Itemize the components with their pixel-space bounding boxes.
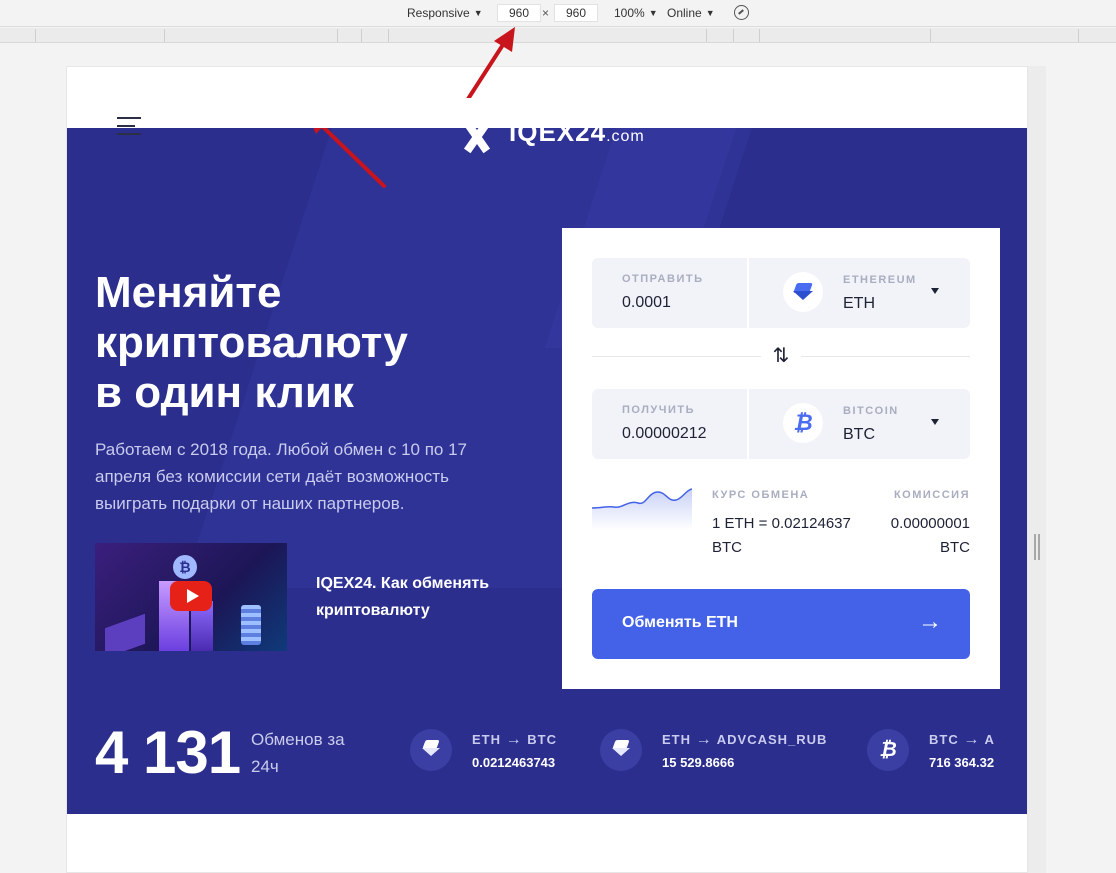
hero-headline: Меняйте криптовалюту в один клик <box>95 268 408 417</box>
caret-down-icon <box>931 288 939 294</box>
logo-text: IQEX24.com <box>509 128 645 147</box>
media-query-ruler <box>0 28 1116 43</box>
width-input[interactable]: 960 <box>497 4 541 22</box>
device-select-label: Responsive <box>407 6 470 20</box>
receive-currency-select[interactable]: ₿ BITCOIN BTC <box>751 389 970 459</box>
receive-label: ПОЛУЧИТЬ <box>622 404 696 416</box>
send-amount-value[interactable]: 0.0001 <box>622 294 671 312</box>
exchange-count-label: Обменов за 24ч <box>251 730 345 776</box>
rate-label: КУРС ОБМЕНА <box>712 489 810 501</box>
receive-amount-value[interactable]: 0.00000212 <box>622 425 707 443</box>
receive-amount-field[interactable]: ПОЛУЧИТЬ 0.00000212 <box>592 389 749 459</box>
resize-handle[interactable] <box>1034 534 1040 560</box>
ethereum-icon <box>783 272 823 312</box>
height-input[interactable]: 960 <box>554 4 598 22</box>
arrow-right-icon: → <box>918 608 942 635</box>
exchange-button-label: Обменять ETH <box>622 614 738 631</box>
send-currency-select[interactable]: ETHEREUM ETH <box>751 258 970 328</box>
bitcoin-icon: ₿ <box>783 403 823 443</box>
dropdown-icon: ▼ <box>648 8 658 18</box>
zoom-label: 100% <box>614 6 645 20</box>
hero-subtext: Работаем с 2018 года. Любой обмен с 10 п… <box>95 440 467 513</box>
caret-down-icon <box>931 419 939 425</box>
page-frame: IQEX24.com Меняйте криптовалюту в один к… <box>66 66 1028 873</box>
fee-value: 0.00000001 BTC <box>890 515 970 556</box>
play-icon[interactable] <box>170 581 212 611</box>
video-title[interactable]: IQEX24. Как обменять криптовалюту <box>316 570 526 624</box>
receive-row: ПОЛУЧИТЬ 0.00000212 ₿ BITCOIN BTC <box>592 389 970 459</box>
devtools-toolbar: Responsive ▼ 960 × 960 100% ▼ Online ▼ <box>0 0 1116 27</box>
dimension-separator: × <box>542 6 550 20</box>
swap-icon[interactable]: ⇅ <box>761 344 801 368</box>
dropdown-icon: ▼ <box>705 8 715 18</box>
send-label: ОТПРАВИТЬ <box>622 273 704 285</box>
bitcoin-coin-icon: ₿ <box>173 555 197 579</box>
ticker-rate: 716 364.32 <box>929 755 995 770</box>
ticker-item[interactable]: ₿ BTC → A 716 364.32 <box>867 729 999 773</box>
device-select[interactable]: Responsive ▼ <box>407 6 483 20</box>
hero-section: IQEX24.com Меняйте криптовалюту в один к… <box>67 128 1027 814</box>
exchange-button[interactable]: Обменять ETH → <box>592 589 970 659</box>
ticker-pair: BTC → A <box>929 731 995 748</box>
ethereum-icon <box>600 729 642 771</box>
exchange-count: 4 131 <box>95 719 241 786</box>
menu-icon[interactable] <box>117 117 141 137</box>
zoom-select[interactable]: 100% ▼ <box>614 6 658 20</box>
receive-currency-name: BITCOIN <box>843 405 899 417</box>
rate-sparkline <box>592 488 692 530</box>
logo-mark-icon <box>459 128 499 150</box>
bitcoin-icon: ₿ <box>867 729 909 771</box>
video-thumbnail[interactable]: ₿ <box>95 543 287 651</box>
send-currency-code: ETH <box>843 295 875 312</box>
ethereum-icon <box>410 729 452 771</box>
site-logo[interactable]: IQEX24.com <box>459 128 645 150</box>
receive-currency-code: BTC <box>843 426 875 443</box>
ticker-rate: 0.0212463743 <box>472 755 556 770</box>
network-select[interactable]: Online ▼ <box>667 6 715 20</box>
site-header <box>67 98 1027 135</box>
rotate-icon[interactable] <box>734 5 749 20</box>
viewport-gutter <box>1027 66 1046 873</box>
fee-label: КОМИССИЯ <box>893 489 970 501</box>
dropdown-icon: ▼ <box>473 8 483 18</box>
ticker-rate: 15 529.8666 <box>662 755 735 770</box>
send-amount-field[interactable]: ОТПРАВИТЬ 0.0001 <box>592 258 749 328</box>
send-row: ОТПРАВИТЬ 0.0001 ETHEREUM ETH <box>592 258 970 328</box>
exchange-card: ОТПРАВИТЬ 0.0001 ETHEREUM ETH ⇅ ПОЛУЧИТЬ… <box>562 228 1000 689</box>
ticker-pair: ETH → BTC <box>472 731 557 748</box>
send-currency-name: ETHEREUM <box>843 274 917 286</box>
rate-value: 1 ETH = 0.02124637 BTC <box>712 515 851 556</box>
ticker-pair: ETH → ADVCASH_RUB <box>662 731 828 748</box>
network-label: Online <box>667 6 702 20</box>
top-strip <box>67 67 1027 98</box>
